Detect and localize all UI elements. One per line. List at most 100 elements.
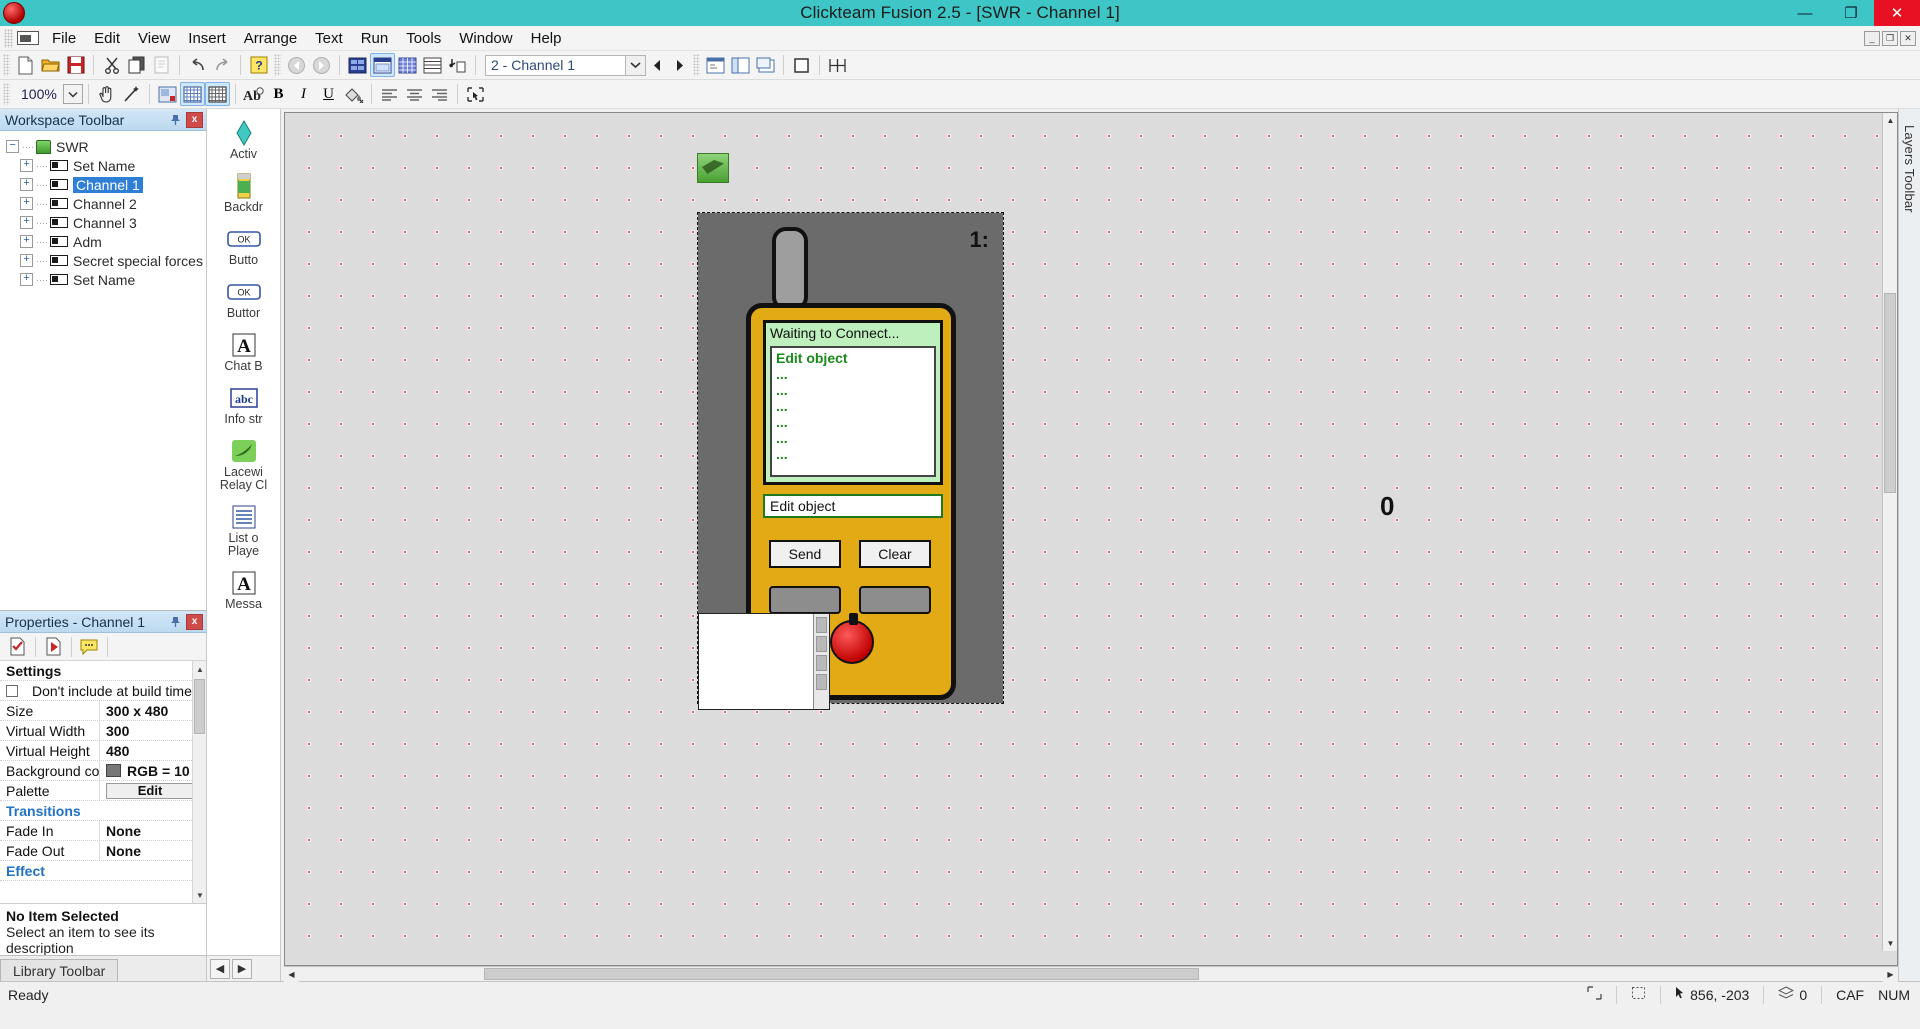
stop-square-icon[interactable]	[789, 53, 814, 77]
picture-editor-icon[interactable]	[155, 82, 180, 106]
object-prev-button[interactable]: ◀	[210, 958, 230, 979]
properties-window-icon[interactable]	[703, 53, 728, 77]
prop-dont-include[interactable]: Don't include at build time	[0, 681, 206, 701]
prop-fade-out[interactable]: Fade Out None	[0, 841, 206, 861]
expander-icon[interactable]: +	[20, 216, 33, 229]
new-document-icon[interactable]	[13, 53, 38, 77]
settings-tab-icon[interactable]	[5, 635, 30, 659]
scissors-icon[interactable]	[99, 53, 124, 77]
prop-fade-in[interactable]: Fade In None	[0, 821, 206, 841]
object-item-active[interactable]: Activ	[207, 112, 280, 165]
object-item-info-string[interactable]: abc Info str	[207, 377, 280, 430]
toolbar-grip-3[interactable]	[693, 54, 700, 76]
zoom-chevron-down-icon[interactable]	[63, 84, 83, 104]
scroll-up-icon[interactable]: ▲	[1883, 113, 1897, 128]
canvas-frame-object[interactable]: 1: Waiting to Connect... Edit object ...…	[697, 212, 1004, 710]
menu-file[interactable]: File	[43, 27, 85, 50]
layers-toolbar[interactable]: Layers Toolbar	[1898, 109, 1920, 981]
prop-value[interactable]: None	[100, 843, 206, 859]
copy-pages-icon[interactable]	[124, 53, 149, 77]
white-pane-scrollbar[interactable]	[813, 614, 829, 709]
prop-value[interactable]: 300 x 480	[100, 703, 206, 719]
tree-item-set-name-2[interactable]: + Set Name	[6, 270, 206, 289]
grid-setup-icon[interactable]	[825, 53, 850, 77]
save-disk-icon[interactable]	[63, 53, 88, 77]
expander-icon[interactable]: +	[20, 273, 33, 286]
object-item-message[interactable]: A Messa	[207, 562, 280, 615]
system-menu-icon[interactable]	[17, 31, 39, 45]
tree-item-channel-3[interactable]: + Channel 3	[6, 213, 206, 232]
data-elements-icon[interactable]	[445, 53, 470, 77]
prop-palette[interactable]: Palette Edit	[0, 781, 206, 801]
align-center-icon[interactable]	[402, 82, 427, 106]
prop-value-wrap[interactable]: RGB = 10	[100, 763, 206, 779]
tree-item-set-name-1[interactable]: + Set Name	[6, 156, 206, 175]
next-frame-button[interactable]	[668, 54, 690, 76]
object-item-button[interactable]: OK Butto	[207, 218, 280, 271]
expander-icon[interactable]: +	[20, 254, 33, 267]
tree-item-adm[interactable]: + Adm	[6, 232, 206, 251]
counter-object[interactable]: 0	[1380, 491, 1394, 522]
gray-button-right[interactable]	[859, 586, 931, 614]
align-left-icon[interactable]	[377, 82, 402, 106]
zoom-control[interactable]: 100%	[17, 84, 83, 104]
object-item-lacewing[interactable]: Lacewi Relay Cl	[207, 430, 280, 496]
hand-pan-icon[interactable]	[94, 82, 119, 106]
align-right-icon[interactable]	[427, 82, 452, 106]
menu-window[interactable]: Window	[450, 27, 521, 50]
tree-root[interactable]: − SWR	[6, 137, 206, 156]
frame-selector-value[interactable]: 2 - Channel 1	[485, 54, 625, 76]
scroll-down-icon[interactable]: ▼	[1883, 936, 1897, 951]
tree-item-secret-special-forces[interactable]: + Secret special forces	[6, 251, 206, 270]
object-next-button[interactable]: ▶	[232, 958, 252, 979]
menu-edit[interactable]: Edit	[85, 27, 129, 50]
toolbar-grip-2[interactable]	[274, 54, 281, 76]
menu-tools[interactable]: Tools	[397, 27, 450, 50]
background-color-swatch[interactable]	[106, 764, 121, 777]
expander-icon[interactable]: +	[20, 197, 33, 210]
redo-arrow-icon[interactable]	[210, 53, 235, 77]
palette-edit-button[interactable]: Edit	[106, 782, 194, 799]
menu-text[interactable]: Text	[306, 27, 352, 50]
send-button[interactable]: Send	[769, 540, 841, 568]
canvas-horizontal-scrollbar[interactable]: ◀ ▶	[284, 966, 1898, 982]
prop-virtual-width[interactable]: Virtual Width 300	[0, 721, 206, 741]
italic-button[interactable]: I	[291, 82, 316, 106]
scroll-up-icon[interactable]: ▲	[193, 661, 206, 677]
prop-background-color[interactable]: Background color RGB = 10	[0, 761, 206, 781]
vscroll-thumb[interactable]	[1884, 293, 1896, 493]
object-item-list[interactable]: List o Playe	[207, 496, 280, 562]
about-tab-icon[interactable]	[77, 635, 102, 659]
chat-list-object[interactable]: Edit object ... ... ... ... ... ...	[770, 346, 936, 477]
expander-icon[interactable]: +	[20, 235, 33, 248]
properties-scrollbar[interactable]: ▲ ▼	[192, 661, 206, 903]
menu-arrange[interactable]: Arrange	[235, 27, 306, 50]
root-expander[interactable]: −	[6, 140, 19, 153]
magic-wand-icon[interactable]	[119, 82, 144, 106]
open-folder-icon[interactable]	[38, 53, 63, 77]
menu-help[interactable]: Help	[522, 27, 571, 50]
edit-object-input[interactable]: Edit object	[763, 494, 943, 518]
scroll-right-icon[interactable]: ▶	[1883, 966, 1898, 982]
grid-show-icon[interactable]	[205, 82, 230, 106]
menu-grip[interactable]	[4, 28, 13, 48]
clear-button[interactable]: Clear	[859, 540, 931, 568]
red-round-button[interactable]	[830, 613, 874, 664]
frame-selector[interactable]: 2 - Channel 1	[485, 54, 646, 76]
zoom-value[interactable]: 100%	[17, 86, 63, 102]
scroll-left-icon[interactable]: ◀	[284, 966, 299, 982]
close-workspace-icon[interactable]: x	[186, 111, 203, 128]
event-editor-icon[interactable]	[395, 53, 420, 77]
prop-size[interactable]: Size 300 x 480	[0, 701, 206, 721]
prop-value[interactable]: 300	[100, 723, 206, 739]
scroll-thumb[interactable]	[194, 679, 205, 734]
tree-item-channel-1[interactable]: + Channel 1	[6, 175, 206, 194]
fill-color-icon[interactable]	[341, 82, 366, 106]
toolbar-grip[interactable]	[3, 54, 10, 76]
object-item-chat-box[interactable]: A Chat B	[207, 324, 280, 377]
storyboard-editor-icon[interactable]	[345, 53, 370, 77]
event-list-editor-icon[interactable]	[420, 53, 445, 77]
prop-value[interactable]: None	[100, 823, 206, 839]
object-item-button2[interactable]: OK Buttor	[207, 271, 280, 324]
pin-icon[interactable]	[167, 614, 183, 630]
